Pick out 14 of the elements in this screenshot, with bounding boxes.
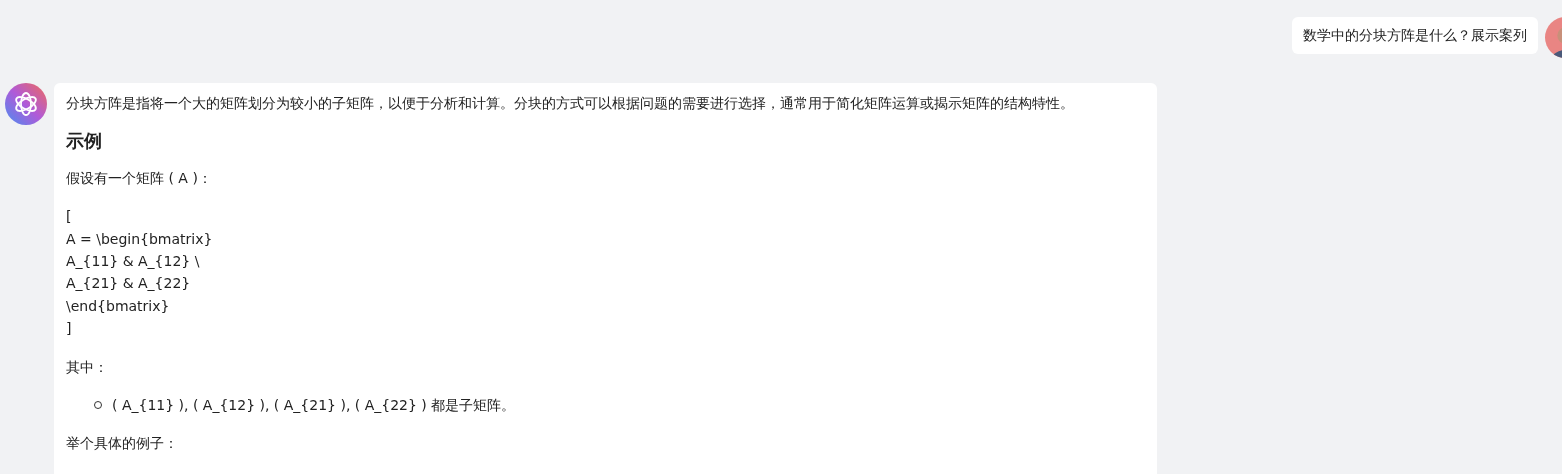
paragraph: 分块方阵是指将一个大的矩阵划分为较小的子矩阵，以便于分析和计算。分块的方式可以根据问题的需要进行选择，通常用于简化矩阵运算或揭示矩阵的结构特性。: [66, 94, 1075, 113]
section-heading: 示例: [66, 130, 103, 153]
formula-line: ]: [66, 319, 73, 339]
paragraph: 其中：: [66, 357, 109, 377]
formula-line: \end{bmatrix}: [66, 296, 171, 316]
formula-line: A_{11} & A_{12} \: [66, 252, 201, 272]
formula-line: A = \begin{bmatrix}: [66, 229, 214, 249]
assistant-logo-icon: [5, 83, 47, 125]
paragraph: 举个具体的例子：: [66, 434, 179, 454]
user-message: 数学中的分块方阵是什么？展示案列: [1292, 17, 1538, 54]
list-item-text: ( A_{11} ), ( A_{12} ), ( A_{21} ), ( A_{22} ) 都是子矩阵。: [112, 396, 516, 416]
formula-line: A_{21} & A_{22}: [66, 274, 192, 294]
formula-line: [: [66, 207, 73, 227]
paragraph: 假设有一个矩阵 ( A )：: [66, 168, 213, 188]
